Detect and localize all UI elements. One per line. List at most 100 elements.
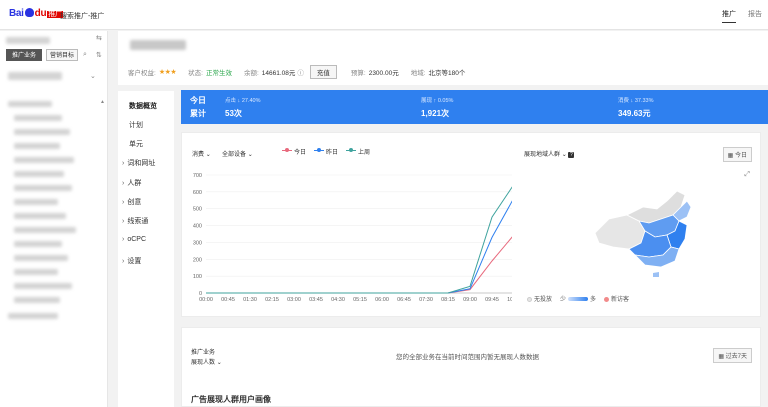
y-tick-label: 600 bbox=[193, 190, 202, 196]
chevron-down-icon[interactable]: ⌄ bbox=[90, 72, 96, 80]
product-title: 搜索推广-推广 bbox=[60, 13, 105, 20]
legend-yesterday[interactable]: 昨日 bbox=[314, 147, 338, 156]
metric-select[interactable]: 消费 ⌄ bbox=[192, 149, 211, 158]
audience-metric-select[interactable]: 展现人数 ⌄ bbox=[191, 357, 222, 366]
x-tick-label: 03:45 bbox=[309, 297, 323, 303]
subnav-keywords[interactable]: › 词和网址 bbox=[122, 158, 155, 168]
nav-promote[interactable]: 推广 bbox=[722, 9, 736, 23]
x-tick-label: 10:30 bbox=[507, 297, 512, 303]
baidu-logo[interactable]: Bai du 推广 bbox=[9, 8, 63, 19]
chevron-right-icon: › bbox=[122, 218, 125, 225]
chevron-right-icon: › bbox=[122, 180, 125, 187]
chevron-down-icon: ⌄ bbox=[205, 152, 211, 158]
calendar-icon: ▦ bbox=[718, 354, 724, 360]
y-tick-label: 200 bbox=[193, 257, 202, 263]
impressions-value: 1,921次 bbox=[421, 109, 450, 118]
x-tick-label: 00:00 bbox=[199, 297, 213, 303]
account-info-row: 客户权益: ★★★ 状态: 正常生效 余额: 14661.08元 ⓘ 充值 预算… bbox=[128, 65, 465, 79]
x-tick-label: 03:00 bbox=[287, 297, 301, 303]
x-tick-label: 07:30 bbox=[419, 297, 433, 303]
legend-today[interactable]: 今日 bbox=[282, 147, 306, 156]
y-tick-label: 400 bbox=[193, 224, 202, 230]
chevron-right-icon: › bbox=[122, 236, 125, 243]
top-bar: Bai du 推广 搜索推广-推广 推广 报告 bbox=[0, 0, 768, 30]
summary-bar: 今日 累计 点击 ↓ 27.40% 53次 展现 ↑ 0.05% 1,921次 … bbox=[181, 90, 768, 124]
chevron-right-icon: › bbox=[122, 160, 125, 167]
map-island bbox=[653, 272, 659, 277]
cost-metric: 消费 ↓ 37.33% bbox=[618, 98, 654, 104]
y-tick-label: 500 bbox=[193, 207, 202, 213]
subnav-leads[interactable]: › 线索通 bbox=[122, 216, 148, 226]
audience-section-title: 广告展现人群用户画像 bbox=[191, 395, 271, 404]
subnav-overview[interactable]: 数据概览 bbox=[129, 101, 157, 111]
x-tick-label: 02:15 bbox=[265, 297, 279, 303]
sort-icon[interactable]: ⇅ bbox=[96, 51, 102, 59]
x-tick-label: 06:00 bbox=[375, 297, 389, 303]
subnav-ocpc[interactable]: › oCPC bbox=[122, 236, 146, 243]
info-icon[interactable]: ⓘ bbox=[297, 67, 304, 77]
charge-button[interactable]: 充值 bbox=[309, 65, 337, 79]
legend-last-week[interactable]: 上周 bbox=[346, 147, 370, 156]
impressions-metric: 展现 ↑ 0.05% bbox=[421, 98, 454, 104]
date-today-button[interactable]: ▦ 今日 bbox=[722, 147, 752, 162]
trend-chart: 010020030040050060070000:00 00:45 01:30 02:… bbox=[193, 173, 512, 303]
x-tick-label: 04:30 bbox=[331, 297, 345, 303]
clicks-metric: 点击 ↓ 27.40% bbox=[225, 98, 261, 104]
legend-density: 少多 bbox=[560, 297, 597, 303]
series-today-line bbox=[206, 236, 512, 294]
business-select[interactable]: 推广业务 bbox=[191, 347, 215, 356]
top-nav: 推广 报告 bbox=[722, 9, 762, 23]
x-tick-label: 08:15 bbox=[441, 297, 455, 303]
x-tick-label: 00:45 bbox=[221, 297, 235, 303]
legend-new-visitor: 新访客 bbox=[604, 294, 629, 303]
x-tick-label: 05:15 bbox=[353, 297, 367, 303]
x-tick-label: 01:30 bbox=[243, 297, 257, 303]
calendar-icon: ▦ bbox=[727, 153, 734, 159]
clicks-value: 53次 bbox=[225, 109, 242, 118]
series-yesterday-line bbox=[206, 200, 512, 294]
tab-marketing-goal[interactable]: 营销目标 bbox=[46, 49, 78, 61]
region-audience-select[interactable]: 展现地域人群 ⌄ ? bbox=[524, 149, 575, 158]
chevron-right-icon: › bbox=[122, 258, 125, 265]
account-header: 客户权益: ★★★ 状态: 正常生效 余额: 14661.08元 ⓘ 充值 预算… bbox=[118, 31, 768, 85]
x-tick-label: 09:00 bbox=[463, 297, 477, 303]
legend-no-delivery: 无投放 bbox=[527, 294, 552, 303]
help-icon[interactable]: ? bbox=[568, 152, 575, 158]
region-value[interactable]: 北京等180个 bbox=[429, 67, 466, 77]
x-tick-label: 06:45 bbox=[397, 297, 411, 303]
total-label: 累计 bbox=[190, 109, 206, 118]
date-range-button[interactable]: ▦ 过去7天 bbox=[713, 348, 752, 363]
subnav-audience[interactable]: › 人群 bbox=[122, 178, 141, 188]
account-sidebar: ⇆ 推广业务 营销目标 ⌕ ⇅ ⌄ ▲ bbox=[0, 31, 108, 407]
chevron-down-icon: ⌄ bbox=[561, 152, 567, 158]
series-last-week-line bbox=[206, 186, 512, 294]
y-tick-label: 300 bbox=[193, 240, 202, 246]
paw-icon bbox=[24, 8, 34, 17]
empty-data-message: 您的全部业务在当前时间范围内暂无展现人数数据 bbox=[396, 354, 539, 361]
expand-icon[interactable]: ⤢ bbox=[744, 171, 750, 179]
subnav-unit[interactable]: 单元 bbox=[129, 139, 143, 149]
search-icon[interactable]: ⌕ bbox=[83, 51, 87, 59]
rights-stars-icon[interactable]: ★★★ bbox=[159, 68, 177, 76]
today-label: 今日 bbox=[190, 96, 206, 105]
budget-value[interactable]: 2300.00元 bbox=[369, 67, 399, 77]
collapse-icon[interactable]: ⇆ bbox=[96, 34, 102, 42]
balance-value: 14661.08元 bbox=[261, 70, 296, 77]
chart-legend: 今日 昨日 上周 bbox=[282, 147, 370, 156]
chevron-right-icon: › bbox=[122, 199, 125, 206]
y-tick-label: 700 bbox=[193, 173, 202, 179]
status-value: 正常生效 bbox=[205, 70, 232, 77]
scroll-up-icon[interactable]: ▲ bbox=[100, 99, 105, 105]
map-legend: 无投放 少多 新访客 bbox=[527, 294, 629, 303]
china-region-map bbox=[594, 190, 692, 277]
audience-card: 推广业务 展现人数 ⌄ 您的全部业务在当前时间范围内暂无展现人数数据 ▦ 过去7… bbox=[181, 327, 761, 407]
subnav-settings[interactable]: › 设置 bbox=[122, 256, 141, 266]
subnav-creative[interactable]: › 创意 bbox=[122, 197, 141, 207]
chevron-down-icon: ⌄ bbox=[247, 152, 253, 158]
device-select[interactable]: 全部设备 ⌄ bbox=[222, 149, 253, 158]
trend-card: 消费 ⌄ 全部设备 ⌄ 今日 昨日 上周 展现地域人群 ⌄ ? ▦ 今日 ⤢ 0… bbox=[181, 132, 761, 317]
chevron-down-icon: ⌄ bbox=[216, 360, 222, 366]
tab-promotion-business[interactable]: 推广业务 bbox=[6, 49, 42, 61]
subnav-plan[interactable]: 计划 bbox=[129, 120, 143, 130]
nav-report[interactable]: 报告 bbox=[748, 9, 762, 23]
